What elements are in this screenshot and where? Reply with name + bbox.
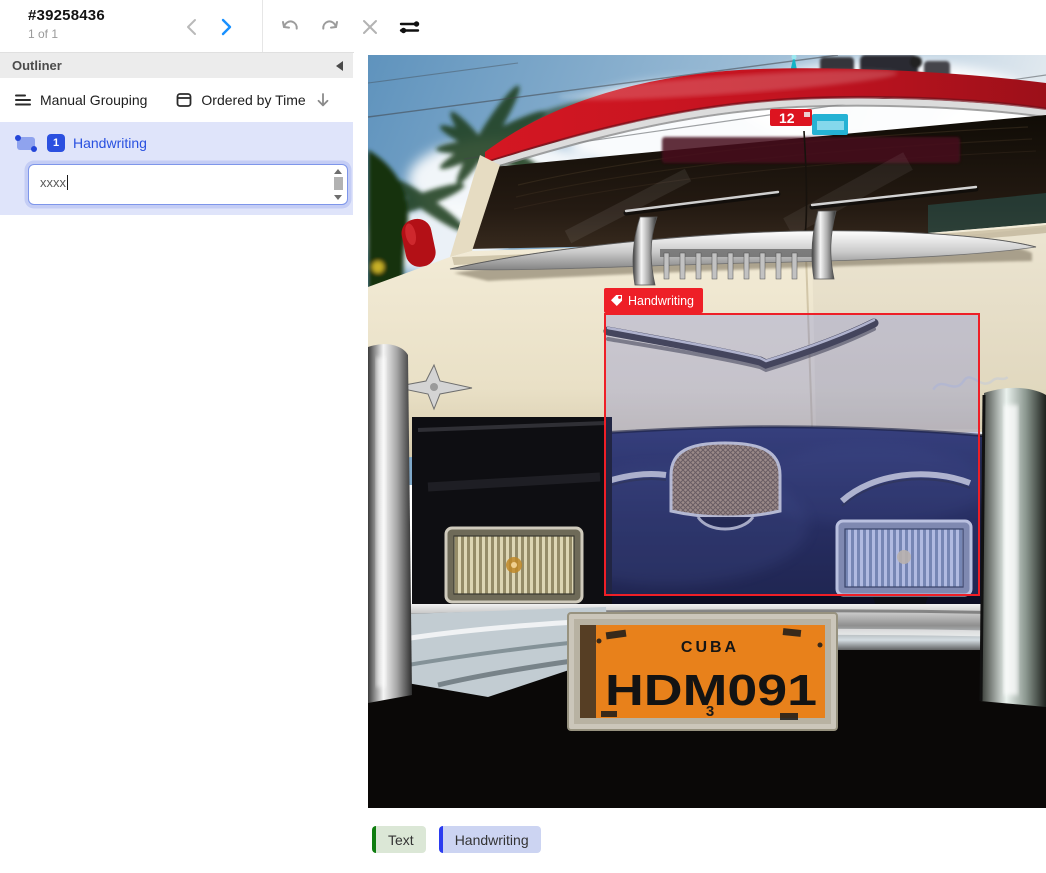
- reject-close-button[interactable]: [356, 13, 383, 40]
- plate-suffix: 3: [706, 703, 714, 720]
- chevron-right-icon: [218, 17, 234, 37]
- sticker-number: 12: [779, 110, 795, 126]
- topbar-divider: [262, 0, 263, 53]
- label-selector: Text Handwriting: [372, 826, 541, 853]
- settings-sliders-icon: [398, 15, 422, 39]
- scroll-down-icon[interactable]: [334, 195, 342, 200]
- prev-task-button[interactable]: [178, 13, 206, 41]
- region-item[interactable]: 1 Handwriting: [0, 130, 353, 156]
- outliner-panel: Outliner Manual Grouping Ordered by Time: [0, 53, 353, 873]
- ordering-icon: [175, 91, 193, 109]
- view-settings-button[interactable]: [396, 13, 423, 40]
- region-row-selected[interactable]: 1 Handwriting xxxx: [0, 122, 353, 215]
- sort-direction-button[interactable]: [315, 91, 331, 109]
- task-id: #39258436: [28, 7, 105, 24]
- label-chip-handwriting-label: Handwriting: [455, 832, 529, 848]
- next-task-button[interactable]: [212, 13, 240, 41]
- scroll-up-icon[interactable]: [334, 169, 342, 174]
- task-image[interactable]: 12: [368, 55, 1046, 808]
- region-label[interactable]: Handwriting: [73, 135, 147, 151]
- license-plate: CUBA HDM091 3: [568, 613, 837, 730]
- outliner-header: Outliner: [0, 53, 353, 78]
- ordering-selector[interactable]: Ordered by Time: [201, 92, 305, 108]
- bounding-box-region-icon: [14, 134, 38, 153]
- label-chip-text[interactable]: Text: [372, 826, 426, 853]
- redo-icon: [319, 16, 341, 38]
- close-icon: [361, 18, 379, 36]
- plate-country: CUBA: [681, 639, 739, 656]
- bounding-box-region[interactable]: [604, 313, 980, 596]
- chevron-left-icon: [184, 17, 200, 37]
- scrollbar-thumb[interactable]: [334, 177, 343, 190]
- label-chip-handwriting[interactable]: Handwriting: [439, 826, 541, 853]
- region-index-badge: 1: [47, 134, 65, 152]
- outliner-title: Outliner: [12, 58, 62, 73]
- topbar: #39258436 1 of 1: [0, 0, 1046, 53]
- bounding-box-label-text: Handwriting: [628, 294, 694, 308]
- input-scrollbar[interactable]: [331, 167, 345, 202]
- task-title-block: #39258436 1 of 1: [28, 7, 105, 41]
- text-caret: [67, 175, 68, 190]
- topbar-tools: [276, 13, 423, 40]
- undo-button[interactable]: [276, 13, 303, 40]
- annotation-canvas: 12: [353, 53, 1046, 873]
- region-text-value: xxxx: [40, 175, 66, 190]
- bumper-guard-left: [368, 344, 412, 703]
- grouping-selector[interactable]: Manual Grouping: [40, 92, 147, 108]
- annotation-app: #39258436 1 of 1: [0, 0, 1046, 873]
- bounding-box-label-tag[interactable]: Handwriting: [604, 288, 703, 313]
- bumper-guard-right: [980, 388, 1046, 707]
- arrow-down-icon: [315, 91, 331, 109]
- outliner-controls: Manual Grouping Ordered by Time: [0, 78, 353, 122]
- region-text-input[interactable]: xxxx: [28, 164, 348, 205]
- redo-button[interactable]: [316, 13, 343, 40]
- collapse-panel-icon[interactable]: [336, 61, 343, 71]
- tag-icon: [610, 294, 623, 307]
- label-chip-text-label: Text: [388, 832, 414, 848]
- task-counter: 1 of 1: [28, 27, 105, 41]
- ornament-teeth: [664, 253, 797, 279]
- grouping-icon: [14, 91, 32, 109]
- undo-icon: [279, 16, 301, 38]
